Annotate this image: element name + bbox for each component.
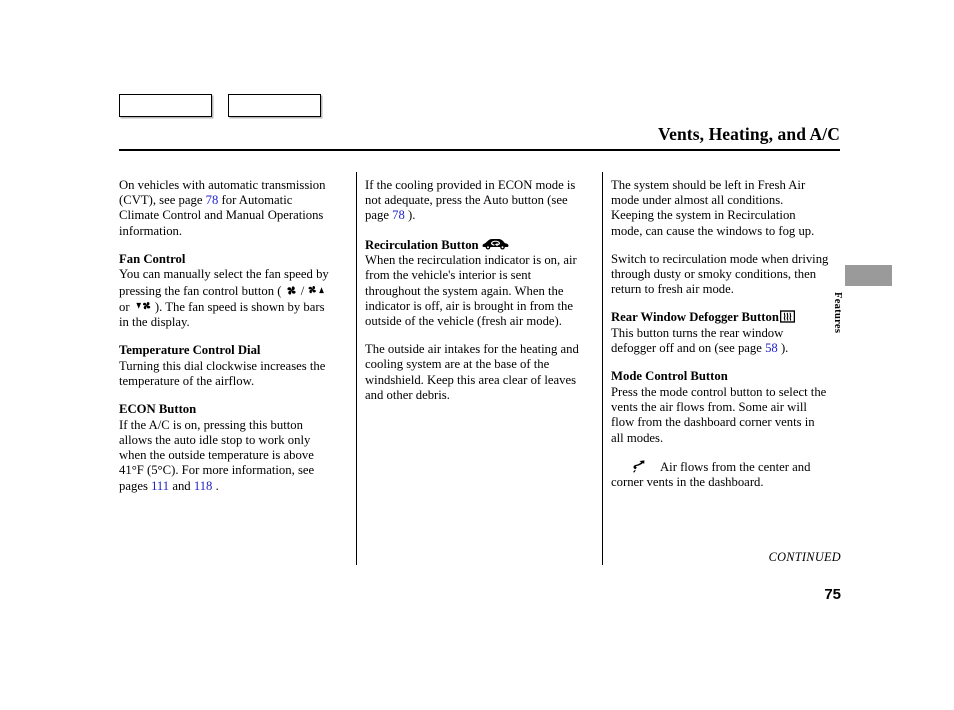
page-title: Vents, Heating, and A/C (657, 124, 840, 144)
page-number: 75 (824, 586, 841, 603)
cooling-text-b: ). (404, 208, 416, 223)
defogger-heading-line: Rear Window Defogger Button (611, 310, 829, 326)
fan-or: or (119, 299, 133, 314)
nav-button-right[interactable] (228, 94, 321, 117)
defogger-text-a: This button turns the rear window defogg… (611, 326, 784, 356)
econ-button-heading-line: ECON Button (119, 402, 335, 418)
fan-separator: / (297, 283, 308, 298)
recirculation-usage-paragraph: Switch to recirculation mode when drivin… (611, 251, 829, 297)
title-divider-rule (119, 149, 840, 151)
econ-text-mid: and (169, 478, 194, 493)
cvt-paragraph: On vehicles with automatic transmission … (119, 178, 335, 239)
econ-button-heading: ECON Button (119, 402, 197, 417)
fan-control-heading: Fan Control (119, 251, 186, 266)
temperature-dial-heading-line: Temperature Control Dial (119, 343, 335, 359)
recirculation-car-icon (482, 237, 509, 251)
page-link-78[interactable]: 78 (206, 193, 219, 207)
econ-cooling-paragraph: If the cooling provided in ECON mode is … (365, 178, 581, 224)
defogger-heading: Rear Window Defogger Button (611, 310, 779, 325)
continued-label: CONTINUED (768, 550, 841, 564)
defogger-paragraph: This button turns the rear window defogg… (611, 326, 829, 356)
column-3: The system should be left in Fresh Air m… (611, 178, 839, 507)
fan-decrease-icon (133, 299, 152, 313)
airflow-mode-paragraph: Air flows from the center and corner ven… (611, 459, 829, 490)
header-nav-buttons (119, 94, 321, 117)
page-link-111[interactable]: 111 (151, 479, 169, 493)
econ-text-b: . (212, 478, 219, 493)
temperature-dial-paragraph: Turning this dial clockwise increases th… (119, 358, 326, 389)
airflow-dashboard-icon (631, 459, 646, 474)
rear-defogger-icon (779, 310, 796, 324)
mode-control-paragraph: Press the mode control button to select … (611, 385, 827, 445)
page-link-58[interactable]: 58 (765, 341, 778, 355)
side-tab-marker[interactable] (845, 265, 892, 286)
content-columns: On vehicles with automatic transmission … (119, 178, 842, 507)
recirculation-paragraph: When the recirculation indicator is on, … (365, 253, 577, 329)
mode-control-heading: Mode Control Button (611, 369, 728, 384)
side-tab-label-features: Features (832, 292, 843, 334)
defogger-text-b: ). (777, 341, 789, 356)
column-1: On vehicles with automatic transmission … (119, 178, 347, 507)
column-2: If the cooling provided in ECON mode is … (365, 178, 593, 507)
manual-page: Vents, Heating, and A/C On vehicles with… (0, 0, 954, 710)
nav-button-left[interactable] (119, 94, 212, 117)
fan-control-heading-line: Fan Control (119, 252, 335, 268)
page-link-78-col2[interactable]: 78 (392, 208, 405, 222)
recirculation-heading: Recirculation Button (365, 237, 479, 252)
fan-increase-icon (307, 283, 326, 297)
page-link-118[interactable]: 118 (194, 479, 213, 493)
fan-icon (285, 284, 298, 297)
recirculation-heading-line: Recirculation Button (365, 237, 581, 254)
fresh-air-paragraph: The system should be left in Fresh Air m… (611, 178, 815, 238)
econ-button-paragraph: If the A/C is on, pressing this button a… (119, 418, 335, 494)
air-intake-paragraph: The outside air intakes for the heating … (365, 342, 579, 402)
temperature-dial-heading: Temperature Control Dial (119, 343, 261, 358)
mode-control-heading-line: Mode Control Button (611, 369, 829, 385)
fan-control-paragraph: You can manually select the fan speed by… (119, 267, 335, 330)
